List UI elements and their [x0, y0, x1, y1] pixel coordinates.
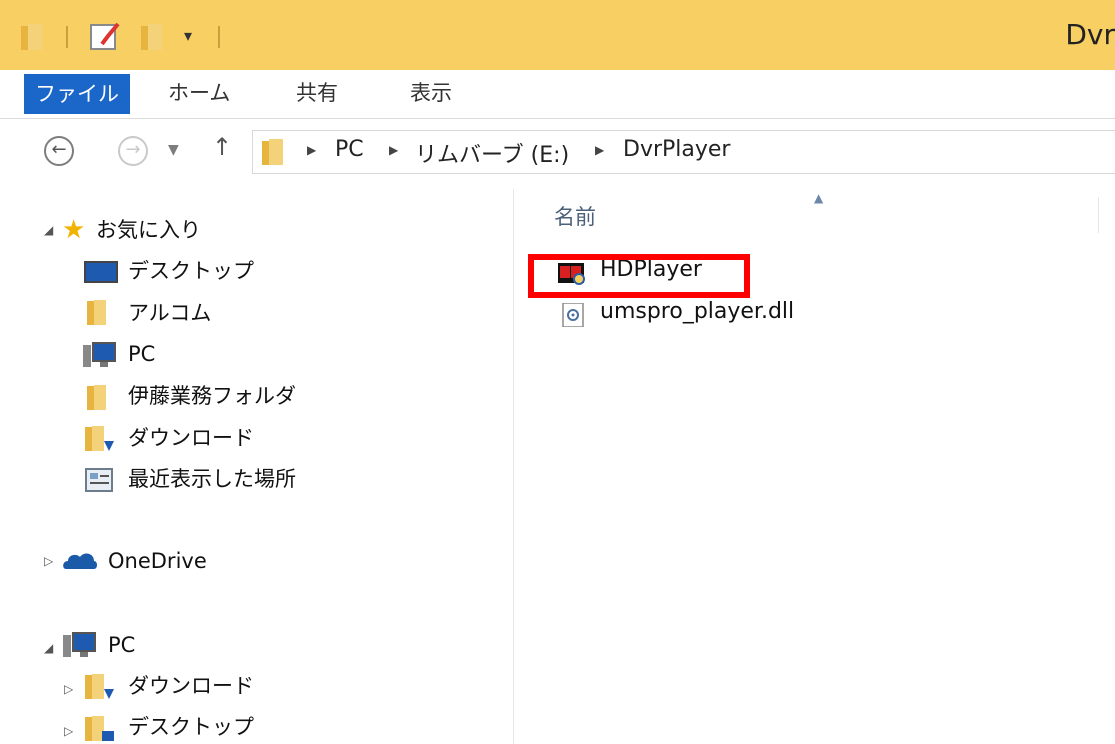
- nav-favorites[interactable]: お気に入り: [96, 215, 201, 245]
- ribbon-tabs: ファイル ホーム 共有 表示: [0, 70, 1115, 119]
- folder-icon: [87, 300, 106, 325]
- nav-pc-desktop[interactable]: デスクトップ: [128, 712, 254, 742]
- collapsed-arrow-icon[interactable]: ▷: [64, 682, 73, 696]
- nav-ito-folder[interactable]: 伊藤業務フォルダ: [128, 381, 296, 411]
- nav-pc[interactable]: PC: [108, 630, 135, 660]
- download-folder-icon: [85, 426, 114, 451]
- tab-view[interactable]: 表示: [410, 70, 452, 118]
- recent-places-icon: [85, 468, 113, 492]
- file-name: umspro_player.dll: [600, 299, 795, 324]
- highlight-annotation: [528, 254, 750, 298]
- column-header-name[interactable]: 名前: [554, 201, 596, 231]
- nav-arukomu[interactable]: アルコム: [128, 298, 211, 328]
- column-separator[interactable]: [1098, 197, 1099, 233]
- folder-icon[interactable]: [20, 22, 46, 52]
- breadcrumb-pc[interactable]: PC: [335, 137, 364, 162]
- collapsed-arrow-icon[interactable]: ▷: [44, 554, 53, 568]
- nav-downloads-favorite[interactable]: ダウンロード: [128, 423, 254, 453]
- tab-home[interactable]: ホーム: [168, 70, 230, 118]
- up-arrow-icon[interactable]: ↑: [212, 133, 232, 161]
- download-folder-icon: [85, 674, 114, 699]
- nav-recent-places[interactable]: 最近表示した場所: [128, 464, 296, 494]
- folder-icon: [87, 385, 106, 410]
- chevron-down-icon[interactable]: ▼: [168, 142, 179, 158]
- explorer-window: ▾ Dvr ファイル ホーム 共有 表示 ← → ▼ ↑ ▶ PC ▶ リムバー…: [0, 0, 1115, 744]
- nav-onedrive[interactable]: OneDrive: [108, 546, 207, 576]
- nav-pc-downloads[interactable]: ダウンロード: [128, 671, 254, 701]
- sort-ascending-icon: ▲: [814, 191, 824, 205]
- nav-pc-favorite[interactable]: PC: [128, 339, 155, 369]
- back-arrow-icon[interactable]: ←: [44, 136, 74, 166]
- folder-icon: [262, 139, 283, 165]
- collapsed-arrow-icon[interactable]: ▷: [64, 724, 73, 738]
- breadcrumb-folder[interactable]: DvrPlayer: [623, 137, 730, 162]
- breadcrumb-separator-icon: ▶: [595, 143, 605, 157]
- file-row-dll[interactable]: umspro_player.dll: [514, 297, 1115, 333]
- breadcrumb-separator-icon: ▶: [307, 143, 317, 157]
- toolbar-separator: [66, 26, 68, 48]
- title-bar: ▾ Dvr: [0, 0, 1115, 70]
- tab-share[interactable]: 共有: [296, 70, 338, 118]
- star-icon: ★: [62, 215, 86, 245]
- toolbar-separator: [218, 26, 220, 48]
- desktop-folder-icon: [85, 716, 114, 741]
- desktop-icon: [84, 261, 118, 283]
- navigation-pane: ◢ ★ お気に入り デスクトップ アルコム PC 伊藤業務フォルダ ダウンロード…: [0, 189, 513, 744]
- forward-arrow-icon[interactable]: →: [118, 136, 148, 166]
- computer-icon: [63, 632, 96, 657]
- properties-icon[interactable]: [88, 22, 122, 52]
- breadcrumb-separator-icon: ▶: [389, 143, 399, 157]
- window-title: Dvr: [1065, 18, 1115, 51]
- breadcrumb-drive[interactable]: リムバーブ (E:): [415, 137, 569, 169]
- new-folder-icon[interactable]: [140, 22, 168, 52]
- expanded-arrow-icon[interactable]: ◢: [44, 223, 53, 237]
- expanded-arrow-icon[interactable]: ◢: [44, 641, 53, 655]
- dll-file-icon: [562, 303, 584, 327]
- tab-file[interactable]: ファイル: [24, 74, 130, 114]
- computer-icon: [83, 342, 116, 367]
- customize-toolbar-icon[interactable]: ▾: [184, 26, 192, 45]
- nav-desktop[interactable]: デスクトップ: [128, 256, 254, 286]
- onedrive-icon: [63, 553, 97, 569]
- navigation-bar: ← → ▼ ↑ ▶ PC ▶ リムバーブ (E:) ▶ DvrPlayer: [0, 119, 1115, 189]
- address-bar[interactable]: ▶ PC ▶ リムバーブ (E:) ▶ DvrPlayer: [252, 130, 1115, 174]
